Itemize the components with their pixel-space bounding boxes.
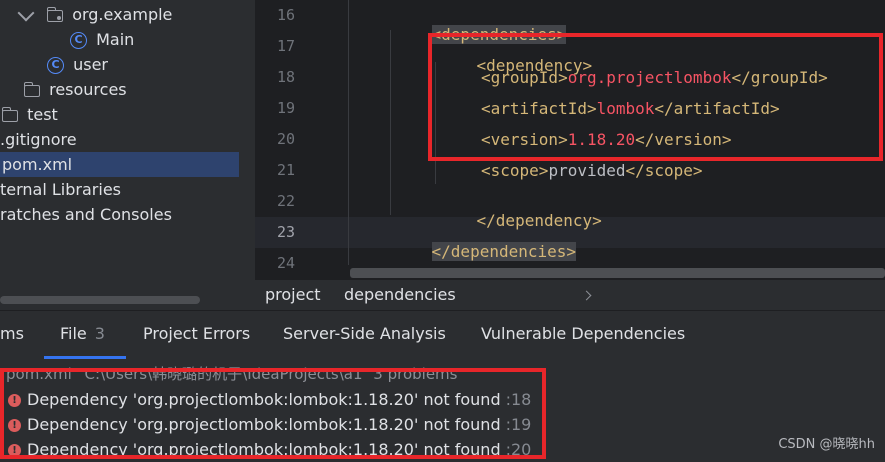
problem-row[interactable]: ! Dependency 'org.projectlombok:lombok:1.… [8,437,531,462]
tab-file[interactable]: File 3 [60,311,105,359]
class-icon: C [70,32,87,49]
problem-file-path: C:\Users\韩晓璐的机子\IdeaProjects\a1 [84,365,363,383]
xml-text: provided [548,161,626,180]
tab-label: ms [0,324,24,343]
tree-item-gitignore[interactable]: .gitignore [0,127,77,152]
chevron-down-icon[interactable] [17,4,35,21]
tree-item-user[interactable]: C user [47,52,108,77]
tree-item-label: ternal Libraries [0,180,121,199]
line-number: 16 [276,6,295,24]
line-number: 17 [276,37,295,55]
code-line-20: <version>1.18.20</version> [481,130,731,149]
tab-count: 3 [94,324,105,343]
xml-tag: <version> [481,130,568,149]
xml-tag: </dependencies> [431,242,577,261]
error-icon: ! [8,419,21,432]
line-number: 19 [276,99,295,117]
tree-item-label: .gitignore [0,130,77,149]
xml-tag: </groupId> [731,68,828,87]
package-folder-icon [46,6,64,22]
problem-line-ref: :18 [505,390,532,409]
problem-message: Dependency 'org.projectlombok:lombok:1.1… [27,440,501,459]
tree-item-test[interactable]: test [1,102,58,127]
tab-server-side-analysis[interactable]: Server-Side Analysis [283,311,446,359]
problem-file-name: pom.xml [6,365,72,383]
line-number: 20 [276,130,295,148]
project-tree: org.example C Main C user resources test… [0,0,255,310]
line-number-active: 23 [276,223,295,241]
problem-row[interactable]: ! Dependency 'org.projectlombok:lombok:1.… [8,387,531,412]
problem-message: Dependency 'org.projectlombok:lombok:1.1… [27,415,501,434]
tree-item-label: resources [49,80,127,99]
problem-count-summary: 3 problems [373,365,458,383]
breadcrumb: project dependencies [255,280,885,310]
unresolved-value: lombok [596,99,655,118]
indent-guide [390,30,391,215]
class-icon: C [47,57,64,74]
indent-guide [435,62,436,184]
unresolved-value: 1.18.20 [567,130,636,149]
tree-item-label: user [73,55,108,74]
tree-item-label: test [27,105,58,124]
problem-line-ref: :20 [505,440,532,459]
breadcrumb-item-dependencies[interactable]: dependencies [344,280,456,310]
editor-horizontal-scrollbar[interactable] [350,268,885,278]
problem-row[interactable]: ! Dependency 'org.projectlombok:lombok:1.… [8,412,531,437]
tab-label: Server-Side Analysis [283,324,446,343]
xml-tag: </artifactId> [654,99,780,118]
tree-horizontal-scrollbar[interactable] [0,296,200,304]
xml-tag: </version> [635,130,732,149]
problem-message: Dependency 'org.projectlombok:lombok:1.1… [27,390,501,409]
xml-tag: </scope> [625,161,703,180]
indent-guide [348,0,349,265]
tree-item-label: pom.xml [2,155,73,174]
tree-item-scratches-and-consoles[interactable]: ratches and Consoles [0,202,172,227]
tree-item-external-libraries[interactable]: ternal Libraries [0,177,121,202]
problems-panel: ms File 3 Project Errors Server-Side Anal… [0,311,885,459]
tree-item-pom-xml[interactable]: pom.xml [0,152,239,177]
error-icon: ! [8,394,21,407]
line-number: 21 [276,161,295,179]
code-editor[interactable]: 16 17 18 19 20 21 22 23 24 <dependencies… [255,0,885,280]
error-icon: ! [8,444,21,457]
xml-tag: <groupId> [481,68,568,87]
code-line-21: <scope>provided</scope> [481,161,703,180]
tree-item-label: ratches and Consoles [0,205,172,224]
tree-item-label: org.example [72,5,173,24]
unresolved-value: org.projectlombok [567,68,732,87]
problem-line-ref: :19 [505,415,532,434]
tab-vulnerable-dependencies[interactable]: Vulnerable Dependencies [481,311,685,359]
tab-label: File [60,324,87,343]
tree-item-main[interactable]: C Main [70,27,134,52]
tree-item-org-example[interactable]: org.example [17,2,173,27]
xml-tag: <scope> [481,161,549,180]
code-line-19: <artifactId>lombok</artifactId> [481,99,780,118]
tab-label: Vulnerable Dependencies [481,324,686,343]
breadcrumb-item-project[interactable]: project [265,280,321,310]
problem-file-row[interactable]: pom.xml C:\Users\韩晓璐的机子\IdeaProjects\a1 … [6,362,458,387]
resources-folder-icon [23,81,40,97]
tab-label: Project Errors [143,324,251,343]
selected-tab-indicator [44,356,126,359]
code-line-18: <groupId>org.projectlombok</groupId> [481,68,828,87]
line-number: 24 [276,254,295,272]
tree-item-resources[interactable]: resources [23,77,127,102]
line-number: 18 [276,68,295,86]
line-number: 22 [276,192,295,210]
watermark: CSDN @晓晓hh [778,437,875,452]
folder-icon [1,106,18,122]
tree-item-label: Main [96,30,135,49]
tab-project-errors[interactable]: Project Errors [143,311,250,359]
xml-tag: <artifactId> [481,99,597,118]
chevron-right-icon [581,290,592,301]
tab-problems[interactable]: ms [0,311,24,359]
